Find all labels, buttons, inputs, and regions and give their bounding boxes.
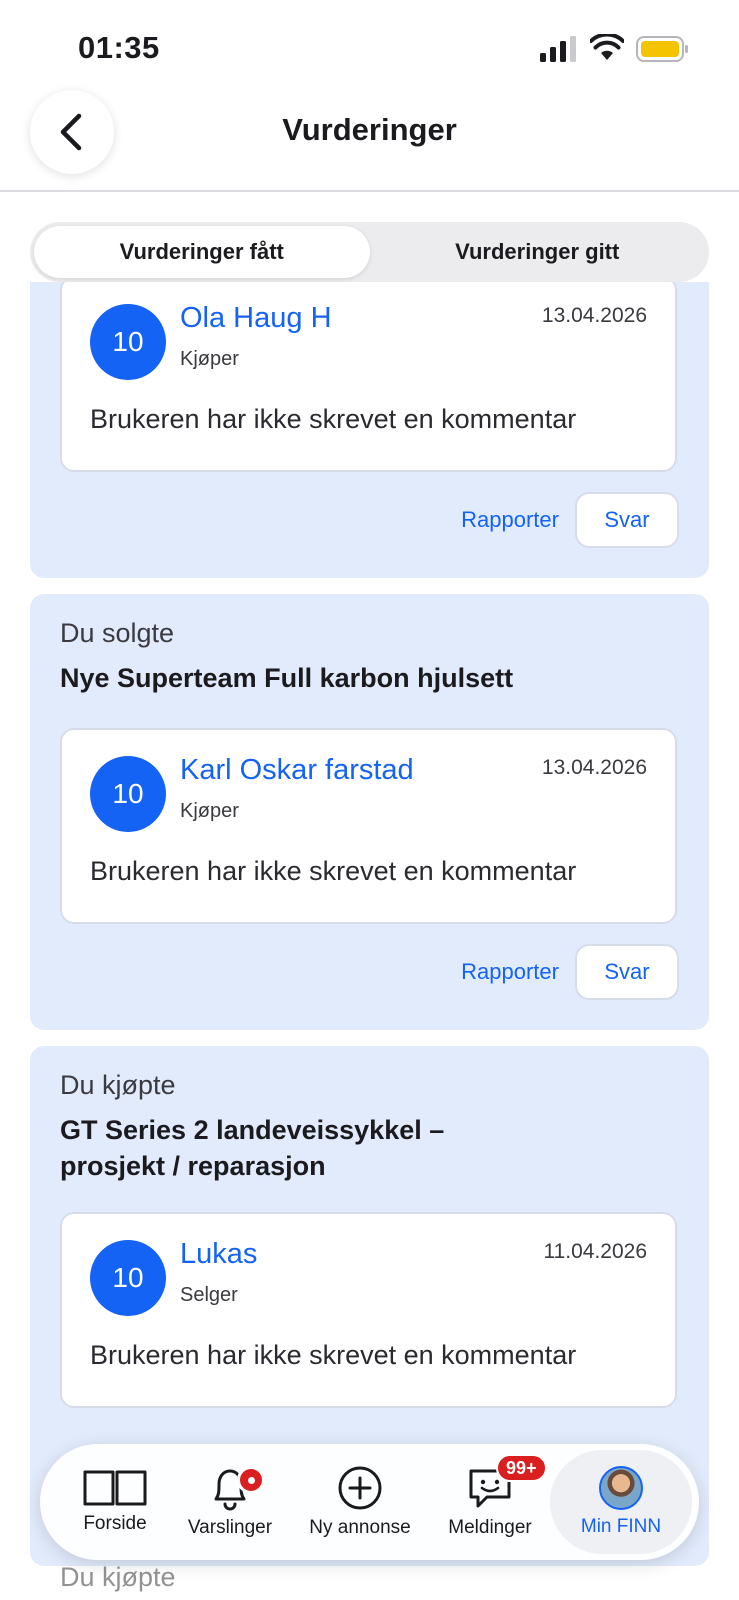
next-section-kicker: Du kjøpte — [60, 1562, 176, 1592]
reviewer-role: Kjøper — [180, 348, 239, 370]
item-title[interactable]: GT Series 2 landeveissykkel – prosjekt /… — [60, 1112, 480, 1184]
review-date: 13.04.2026 — [541, 756, 647, 779]
nav-messages-label: Meldinger — [448, 1517, 532, 1538]
review-comment: Brukeren har ikke skrevet en kommentar — [90, 404, 577, 434]
review-section: 10 Ola Haug H Kjøper 13.04.2026 Brukeren… — [30, 282, 709, 578]
review-card: 10 Ola Haug H Kjøper 13.04.2026 Brukeren… — [60, 282, 677, 472]
nav-new-ad[interactable]: Ny annonse — [302, 1444, 418, 1560]
review-actions: Rapporter Svar — [461, 492, 679, 548]
nav-notifications[interactable]: Varslinger — [175, 1444, 285, 1560]
review-comment: Brukeren har ikke skrevet en kommentar — [90, 856, 577, 886]
reviewer-role: Kjøper — [180, 800, 239, 822]
header: Vurderinger — [0, 90, 739, 192]
notification-badge — [237, 1466, 265, 1494]
review-card: 10 Lukas Selger 11.04.2026 Brukeren har … — [60, 1212, 677, 1408]
nav-profile[interactable]: Min FINN — [550, 1450, 692, 1554]
book-icon — [83, 1470, 147, 1506]
nav-messages[interactable]: 99+ Meldinger — [440, 1444, 547, 1560]
review-actions: Rapporter Svar — [461, 944, 679, 1000]
wifi-icon — [590, 34, 624, 60]
status-bar: 01:35 — [0, 0, 739, 90]
transaction-type: Du kjøpte — [60, 1070, 176, 1100]
reviews-list[interactable]: 10 Ola Haug H Kjøper 13.04.2026 Brukeren… — [0, 282, 739, 1600]
nav-home[interactable]: Forside — [70, 1444, 160, 1560]
reviewer-name[interactable]: Lukas — [180, 1238, 257, 1271]
tab-given[interactable]: Vurderinger gitt — [370, 226, 706, 278]
messages-badge: 99+ — [496, 1454, 547, 1482]
score-badge: 10 — [90, 304, 166, 380]
reply-button[interactable]: Svar — [575, 944, 679, 1000]
reviewer-name[interactable]: Ola Haug H — [180, 302, 332, 335]
report-link[interactable]: Rapporter — [461, 959, 559, 985]
nav-profile-label: Min FINN — [580, 1516, 662, 1537]
avatar — [599, 1466, 643, 1510]
bottom-navigation: Forside Varslinger Ny annonse 99+ Meldin… — [40, 1444, 699, 1560]
plus-circle-icon — [338, 1466, 382, 1510]
review-card: 10 Karl Oskar farstad Kjøper 13.04.2026 … — [60, 728, 677, 924]
score-badge: 10 — [90, 756, 166, 832]
tab-received[interactable]: Vurderinger fått — [34, 226, 370, 278]
score-badge: 10 — [90, 1240, 166, 1316]
reviewer-role: Selger — [180, 1284, 238, 1306]
signal-icon — [540, 36, 576, 62]
review-date: 13.04.2026 — [541, 304, 647, 327]
review-section: Du solgte Nye Superteam Full karbon hjul… — [30, 594, 709, 1030]
nav-notifications-label: Varslinger — [187, 1517, 273, 1538]
battery-icon — [636, 36, 688, 62]
report-link[interactable]: Rapporter — [461, 507, 559, 533]
nav-home-label: Forside — [83, 1513, 147, 1534]
review-date: 11.04.2026 — [543, 1240, 647, 1263]
reply-button[interactable]: Svar — [575, 492, 679, 548]
item-title[interactable]: Nye Superteam Full karbon hjulsett — [60, 660, 679, 696]
reviewer-name[interactable]: Karl Oskar farstad — [180, 754, 414, 787]
review-comment: Brukeren har ikke skrevet en kommentar — [90, 1340, 577, 1370]
status-time: 01:35 — [78, 30, 160, 65]
page-title: Vurderinger — [282, 112, 457, 147]
review-tabs: Vurderinger fått Vurderinger gitt — [30, 222, 709, 282]
nav-new-ad-label: Ny annonse — [309, 1517, 411, 1538]
transaction-type: Du solgte — [60, 618, 175, 648]
